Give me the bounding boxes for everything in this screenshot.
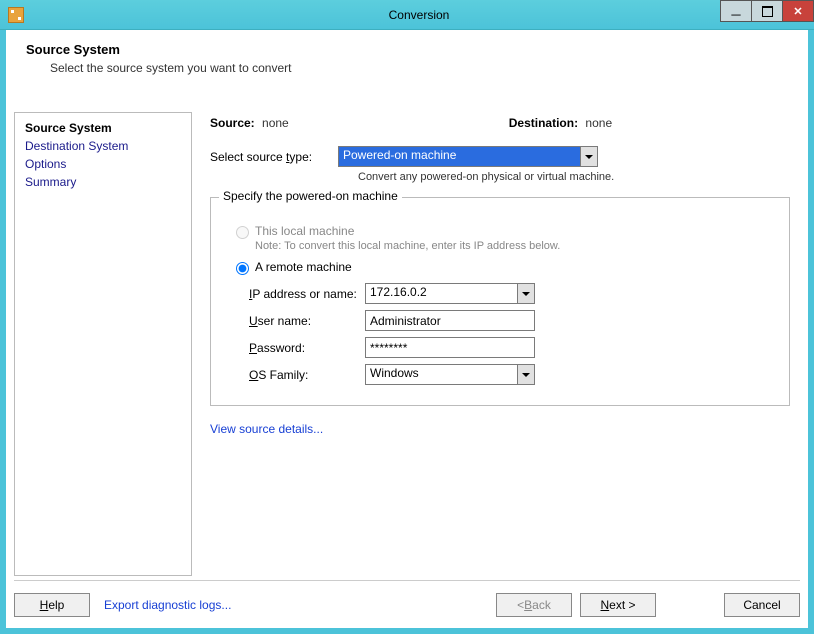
radio-local-machine-input bbox=[236, 226, 249, 239]
next-button[interactable]: Next > bbox=[580, 593, 656, 617]
maximize-button[interactable] bbox=[751, 0, 783, 22]
export-diagnostic-logs-link[interactable]: Export diagnostic logs... bbox=[104, 598, 231, 612]
destination-label: Destination: bbox=[509, 116, 578, 130]
source-type-value: Powered-on machine bbox=[343, 148, 456, 162]
ip-address-value: 172.16.0.2 bbox=[370, 285, 427, 299]
view-source-details-link[interactable]: View source details... bbox=[210, 422, 323, 436]
radio-remote-machine[interactable]: A remote machine bbox=[231, 260, 769, 275]
radio-local-label: This local machine bbox=[255, 224, 560, 238]
os-family-select[interactable]: Windows bbox=[365, 364, 535, 385]
os-family-value: Windows bbox=[370, 366, 419, 380]
source-type-label: Select source type: bbox=[210, 150, 338, 164]
help-button[interactable]: Help bbox=[14, 593, 90, 617]
password-label: Password: bbox=[249, 341, 365, 355]
titlebar: Conversion bbox=[0, 0, 814, 30]
username-label: User name: bbox=[249, 314, 365, 328]
minimize-button[interactable] bbox=[720, 0, 752, 22]
powered-on-groupbox: Specify the powered-on machine This loca… bbox=[210, 197, 790, 406]
source-type-help: Convert any powered-on physical or virtu… bbox=[358, 171, 790, 183]
sidebar-item-destination-system[interactable]: Destination System bbox=[19, 137, 187, 155]
source-summary: Source: none bbox=[210, 116, 289, 130]
wizard-header: Source System Select the source system y… bbox=[6, 30, 808, 93]
wizard-steps-sidebar: Source System Destination System Options… bbox=[14, 112, 192, 576]
ip-label: IP address or name: bbox=[249, 287, 365, 301]
client-area: Source System Select the source system y… bbox=[6, 30, 808, 628]
cancel-button[interactable]: Cancel bbox=[724, 593, 800, 617]
ip-address-combo[interactable]: 172.16.0.2 bbox=[365, 283, 535, 304]
radio-local-hint: Note: To convert this local machine, ent… bbox=[255, 240, 560, 252]
password-input[interactable] bbox=[365, 337, 535, 358]
back-button: < Back bbox=[496, 593, 572, 617]
sidebar-item-source-system[interactable]: Source System bbox=[19, 119, 187, 137]
sidebar-item-summary[interactable]: Summary bbox=[19, 173, 187, 191]
radio-remote-label: A remote machine bbox=[255, 260, 352, 274]
dropdown-arrow-icon bbox=[517, 365, 534, 384]
destination-value: none bbox=[585, 116, 612, 130]
dropdown-arrow-icon bbox=[580, 147, 597, 166]
main-panel: Source: none Destination: none Select so… bbox=[192, 112, 800, 576]
os-family-label: OS Family: bbox=[249, 368, 365, 382]
page-title: Source System bbox=[26, 42, 788, 57]
radio-remote-machine-input[interactable] bbox=[236, 262, 249, 275]
close-button[interactable] bbox=[782, 0, 814, 22]
source-label: Source: bbox=[210, 116, 255, 130]
radio-local-machine: This local machine Note: To convert this… bbox=[231, 224, 769, 252]
page-subtitle: Select the source system you want to con… bbox=[50, 61, 788, 75]
dropdown-arrow-icon bbox=[517, 284, 534, 303]
destination-summary: Destination: none bbox=[509, 116, 612, 130]
username-input[interactable] bbox=[365, 310, 535, 331]
window-title: Conversion bbox=[24, 8, 814, 22]
source-value: none bbox=[262, 116, 289, 130]
app-icon bbox=[8, 7, 24, 23]
wizard-footer: Help Export diagnostic logs... < Back Ne… bbox=[14, 580, 800, 620]
sidebar-item-options[interactable]: Options bbox=[19, 155, 187, 173]
groupbox-legend: Specify the powered-on machine bbox=[219, 189, 402, 203]
source-type-select[interactable]: Powered-on machine bbox=[338, 146, 598, 167]
